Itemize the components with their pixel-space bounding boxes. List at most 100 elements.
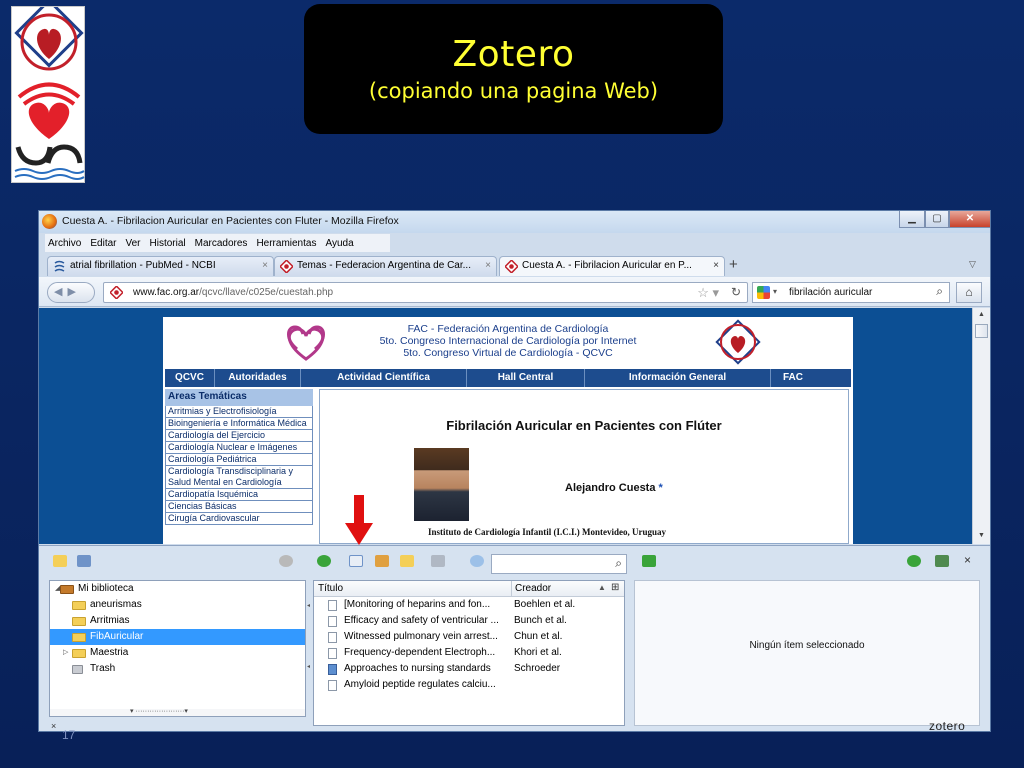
nav-fac[interactable]: FAC <box>771 369 815 387</box>
menu-editar[interactable]: Editar <box>90 238 116 249</box>
search-input-value[interactable]: fibrilación auricular <box>789 287 872 298</box>
new-group-icon[interactable] <box>77 555 91 567</box>
engine-dropdown-icon[interactable]: ▾ <box>773 287 777 296</box>
item-row[interactable]: Frequency-dependent Electroph... Khori et… <box>314 645 624 661</box>
scrollbar-thumb[interactable] <box>975 324 988 338</box>
nav-informacion-general[interactable]: Información General <box>585 369 771 387</box>
search-icon[interactable]: ⌕ <box>936 284 943 299</box>
back-arrow-icon[interactable]: ◀ <box>54 286 67 298</box>
sidebar-item[interactable]: Cardiopatía Isquémica <box>165 489 313 501</box>
tab-fac-temas[interactable]: Temas - Federacion Argentina de Car... × <box>274 256 497 276</box>
collection-trash[interactable]: Trash <box>50 661 305 677</box>
locate-arrow-icon[interactable] <box>642 555 656 567</box>
sort-ascending-icon[interactable]: ▲ <box>598 583 606 592</box>
tab-pubmed[interactable]: atrial fibrillation - PubMed - NCBI × <box>47 256 274 276</box>
search-bar[interactable]: ▾ fibrilación auricular ⌕ <box>752 282 950 303</box>
google-engine-icon[interactable] <box>757 286 770 299</box>
bookmark-star-icon[interactable]: ☆ ▾ <box>697 285 719 301</box>
sidebar-item[interactable]: Arritmias y Electrofisiología <box>165 406 313 418</box>
sidebar-item[interactable]: Cardiología Nuclear e Imágenes <box>165 442 313 454</box>
window-titlebar: Cuesta A. - Fibrilacion Auricular en Pac… <box>39 211 990 233</box>
slide-number: 17 <box>62 728 76 742</box>
fac-favicon-icon <box>110 286 123 299</box>
close-tab-icon[interactable]: × <box>262 260 268 271</box>
advanced-search-icon[interactable] <box>470 555 484 567</box>
scroll-down-icon[interactable]: ▼ <box>978 532 985 539</box>
window-title: Cuesta A. - Fibrilacion Auricular en Pac… <box>62 215 399 227</box>
fac-page: FAC - Federación Argentina de Cardiologí… <box>163 317 853 544</box>
new-item-from-page-icon[interactable] <box>349 555 363 567</box>
close-tab-icon[interactable]: × <box>713 260 719 271</box>
menu-ver[interactable]: Ver <box>125 238 140 249</box>
item-title: Approaches to nursing standards <box>344 663 491 674</box>
column-picker-icon[interactable]: ⊞ <box>611 582 619 593</box>
add-by-identifier-icon[interactable] <box>375 555 389 567</box>
maximize-button[interactable]: ▢ <box>925 211 949 228</box>
url-bar[interactable]: www.fac.org.ar/qcvc/llave/c025e/cuestah.… <box>103 282 748 303</box>
items-splitter-icon[interactable]: ◂ ◂ <box>307 602 312 670</box>
sidebar-item[interactable]: Cardiología del Ejercicio <box>165 430 313 442</box>
collection-arritmias[interactable]: Arritmias <box>50 613 305 629</box>
zotero-search-input[interactable]: ⌕ <box>491 554 627 574</box>
nav-actividad-cientifica[interactable]: Actividad Científica <box>301 369 467 387</box>
column-divider[interactable] <box>511 581 512 597</box>
item-row[interactable]: Amyloid peptide regulates calciu... <box>314 677 624 693</box>
tab-cuesta-active[interactable]: Cuesta A. - Fibrilacion Auricular en P..… <box>499 256 725 276</box>
item-row[interactable]: Approaches to nursing standards Schroeder <box>314 661 624 677</box>
close-zotero-icon[interactable]: × <box>964 553 971 567</box>
fullscreen-toggle-icon[interactable] <box>935 555 949 567</box>
author-footnote-link[interactable]: * <box>659 482 663 494</box>
actions-gear-icon[interactable] <box>279 555 293 567</box>
collection-maestria[interactable]: ▷ Maestria <box>50 645 305 661</box>
sidebar-item[interactable]: Cirugía Cardiovascular <box>165 513 313 525</box>
back-forward-buttons[interactable]: ◀▶ <box>47 282 95 303</box>
item-row[interactable]: Efficacy and safety of ventricular ... Bu… <box>314 613 624 629</box>
collection-fibauricular[interactable]: FibAuricular <box>50 629 305 645</box>
page-scrollbar[interactable]: ▲ ▼ <box>972 308 990 544</box>
new-note-icon[interactable] <box>400 555 414 567</box>
minimize-button[interactable]: ▁ <box>899 211 925 228</box>
sidebar-item[interactable]: Bioingeniería e Informática Médica <box>165 418 313 430</box>
item-title: Efficacy and safety of ventricular ... <box>344 615 499 626</box>
item-row[interactable]: [Monitoring of heparins and fon... Boehle… <box>314 597 624 613</box>
sidebar-item[interactable]: Cardiología Pediátrica <box>165 454 313 466</box>
attachment-icon[interactable] <box>431 555 445 567</box>
menu-archivo[interactable]: Archivo <box>48 238 81 249</box>
nav-qcvc[interactable]: QCVC <box>165 369 215 387</box>
menu-herramientas[interactable]: Herramientas <box>256 238 316 249</box>
nav-autoridades[interactable]: Autoridades <box>215 369 301 387</box>
cardiology-diamond-icon <box>715 319 761 365</box>
menu-marcadores[interactable]: Marcadores <box>195 238 248 249</box>
url-text[interactable]: www.fac.org.ar/qcvc/llave/c025e/cuestah.… <box>133 287 333 298</box>
close-window-button[interactable]: ✕ <box>949 211 990 228</box>
article-institution: Instituto de Cardiología Infantil (I.C.I… <box>428 527 667 537</box>
column-creator[interactable]: Creador <box>515 583 551 594</box>
sidebar-item[interactable]: Cardiología Transdisciplinaria y Salud M… <box>165 466 313 489</box>
sync-icon[interactable] <box>907 555 921 567</box>
item-title: Frequency-dependent Electroph... <box>344 647 496 658</box>
tab-list-chevron-icon[interactable]: ▽ <box>969 259 976 270</box>
forward-arrow-icon[interactable]: ▶ <box>67 286 80 298</box>
new-tab-button[interactable]: + <box>729 257 738 273</box>
menu-historial[interactable]: Historial <box>150 238 186 249</box>
item-row[interactable]: Witnessed pulmonary vein arrest... Chun e… <box>314 629 624 645</box>
items-pane: Título Creador ▲ ⊞ [Monitoring of hepari… <box>313 580 625 726</box>
collection-aneurismas[interactable]: aneurismas <box>50 597 305 613</box>
collection-my-library[interactable]: ◢ Mi biblioteca <box>50 581 305 597</box>
home-icon[interactable]: ⌂ <box>956 282 982 303</box>
close-pane-icon[interactable]: × <box>51 721 56 731</box>
collapsed-twisty-icon[interactable]: ▷ <box>63 645 68 661</box>
sidebar-item[interactable]: Ciencias Básicas <box>165 501 313 513</box>
search-icon[interactable]: ⌕ <box>615 556 622 571</box>
close-tab-icon[interactable]: × <box>485 260 491 271</box>
menu-ayuda[interactable]: Ayuda <box>325 238 353 249</box>
reload-icon[interactable]: ↻ <box>731 285 741 299</box>
areas-tematicas-sidebar: Areas Temáticas Arritmias y Electrofisio… <box>165 389 313 544</box>
scroll-up-icon[interactable]: ▲ <box>978 311 985 318</box>
new-item-icon[interactable] <box>317 555 331 567</box>
tab-label: atrial fibrillation - PubMed - NCBI <box>70 260 216 271</box>
nav-hall-central[interactable]: Hall Central <box>467 369 585 387</box>
collections-scroll-icon[interactable]: ▾ ·····················▾ <box>49 708 306 717</box>
column-title[interactable]: Título <box>318 583 343 594</box>
new-collection-icon[interactable] <box>53 555 67 567</box>
